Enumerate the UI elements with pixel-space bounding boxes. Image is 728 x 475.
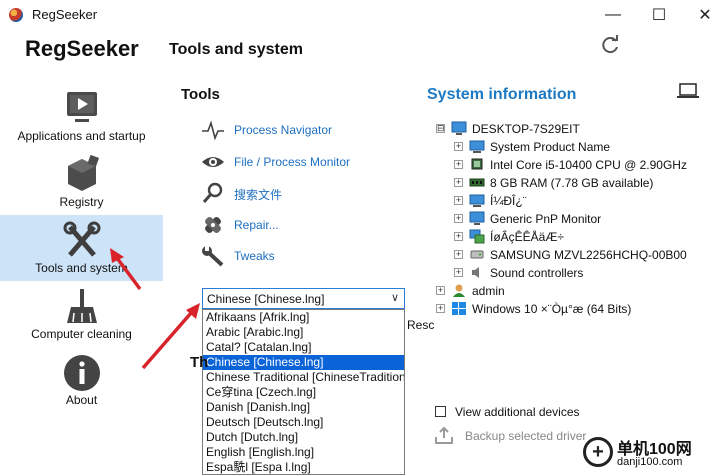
registry-cube-icon (68, 155, 100, 191)
sidebar-item-applications[interactable]: Applications and startup (0, 83, 163, 149)
cpu-icon (471, 158, 483, 170)
language-option[interactable]: English [English.lng] (203, 445, 404, 460)
language-option-selected[interactable]: Chinese [Chinese.lng] (203, 355, 404, 370)
windows-icon (452, 302, 466, 315)
language-select[interactable]: Chinese [Chinese.lng] ∨ (202, 288, 405, 309)
tree-node-label: Windows 10 ×¨Òµ°æ (64 Bits) (472, 302, 632, 316)
sidebar-item-label: Registry (59, 195, 104, 209)
expand-icon[interactable]: + (454, 250, 463, 259)
title-bar: RegSeeker — ☐ ✕ (0, 0, 728, 30)
watermark-plus-icon: + (583, 437, 613, 467)
language-option[interactable]: Deutsch [Deutsch.lng] (203, 415, 404, 430)
wrench-icon (202, 245, 224, 267)
minimize-button[interactable]: — (590, 0, 636, 30)
language-option[interactable]: Espa駪l [Espa l.lng] (203, 460, 404, 474)
brand-title: RegSeeker (25, 36, 139, 61)
tree-node-label: admin (472, 284, 505, 298)
language-option[interactable]: Dutch [Dutch.lng] (203, 430, 404, 445)
refresh-icon[interactable] (598, 34, 622, 58)
expand-icon[interactable]: + (454, 232, 463, 241)
tool-label: Tweaks (234, 249, 275, 263)
ram-icon (469, 178, 485, 187)
sidebar-item-label: Computer cleaning (31, 327, 132, 341)
chevron-down-icon: ∨ (390, 292, 399, 304)
sidebar-item-label: About (65, 393, 98, 407)
expand-icon[interactable]: + (436, 304, 445, 313)
tree-node-label: Í¼ÐÎ¿¨ (490, 194, 527, 208)
tool-label: Repair... (234, 218, 279, 232)
language-options-list[interactable]: Afrikaans [Afrik.lng] Arabic [Arabic.lng… (202, 309, 405, 475)
sidebar-item-about[interactable]: About (0, 347, 163, 413)
page-title: Tools and system (169, 41, 303, 58)
disk-icon (470, 250, 484, 259)
expand-icon[interactable]: + (454, 268, 463, 277)
maximize-button[interactable]: ☐ (636, 0, 682, 30)
view-additional-devices-label[interactable]: View additional devices (455, 405, 580, 419)
close-button[interactable]: ✕ (682, 0, 728, 30)
language-option[interactable]: Chinese Traditional [ChineseTradition (203, 370, 404, 385)
tools-icon (63, 221, 101, 257)
tool-label: 搜索文件 (234, 188, 283, 202)
sidebar-item-registry[interactable]: Registry (0, 149, 163, 215)
user-icon (453, 284, 465, 297)
language-option[interactable]: Danish [Danish.lng] (203, 400, 404, 415)
pulse-icon (202, 120, 224, 141)
tool-label: Process Navigator (234, 123, 333, 137)
expand-icon[interactable]: + (454, 196, 463, 205)
eye-icon (202, 157, 224, 167)
search-icon (202, 182, 223, 203)
expand-icon[interactable]: + (436, 286, 445, 295)
watermark-url: danji100.com (617, 456, 683, 468)
display-adapter-icon (469, 194, 485, 207)
speaker-icon (472, 267, 479, 278)
backup-selected-driver-button[interactable]: Backup selected driver (465, 429, 586, 443)
laptop-icon[interactable] (676, 82, 700, 100)
sidebar-item-computer-cleaning[interactable]: Computer cleaning (0, 281, 163, 347)
language-selected-value: Chinese [Chinese.lng] (207, 292, 325, 306)
expand-icon[interactable]: + (454, 160, 463, 169)
language-option[interactable]: Afrikaans [Afrik.lng] (203, 310, 404, 325)
expand-icon[interactable]: + (454, 214, 463, 223)
tools-heading: Tools (181, 86, 220, 103)
tree-node-label: Sound controllers (490, 266, 584, 280)
sidebar-item-tools-and-system[interactable]: Tools and system (0, 215, 163, 281)
view-additional-devices-checkbox[interactable] (435, 406, 446, 417)
expand-icon[interactable]: + (454, 142, 463, 151)
tree-node-label: DESKTOP-7S29EIT (472, 122, 580, 136)
sidebar-item-label: Applications and startup (17, 129, 146, 143)
rescan-partial-label[interactable]: Resc (407, 318, 434, 332)
hidden-heading-partial: Th (190, 354, 209, 371)
language-option[interactable]: Catal? [Catalan.lng] (203, 340, 404, 355)
language-option[interactable]: Arabic [Arabic.lng] (203, 325, 404, 340)
tree-node-label: 8 GB RAM (7.78 GB available) (490, 176, 654, 190)
monitor-icon (469, 211, 485, 225)
tree-node-label: ÍøÂçÊÊÅäÆ÷ (490, 230, 564, 244)
sidebar-item-label: Tools and system (35, 261, 128, 275)
tree-node-label: SAMSUNG MZVL2256HCHQ-00B00 (490, 248, 687, 262)
expand-icon[interactable]: + (454, 178, 463, 187)
collapse-icon[interactable]: ⊟ (436, 124, 445, 133)
language-option[interactable]: Ce穿tina [Czech.lng] (203, 385, 404, 400)
backup-icon (435, 426, 453, 444)
app-logo-icon (9, 8, 23, 22)
network-icon (469, 229, 485, 244)
window-title: RegSeeker (32, 7, 98, 22)
computer-icon (469, 140, 485, 153)
tool-label: File / Process Monitor (234, 155, 351, 169)
broom-icon (67, 289, 97, 323)
info-icon (64, 355, 100, 391)
system-information-heading: System information (427, 86, 577, 103)
monitor-icon (451, 121, 467, 135)
bandage-icon (205, 217, 221, 233)
tree-node-label: Generic PnP Monitor (490, 212, 602, 226)
tree-node-label: Intel Core i5-10400 CPU @ 2.90GHz (490, 158, 687, 172)
tree-node-label: System Product Name (490, 140, 611, 154)
play-screen-icon (67, 92, 97, 122)
